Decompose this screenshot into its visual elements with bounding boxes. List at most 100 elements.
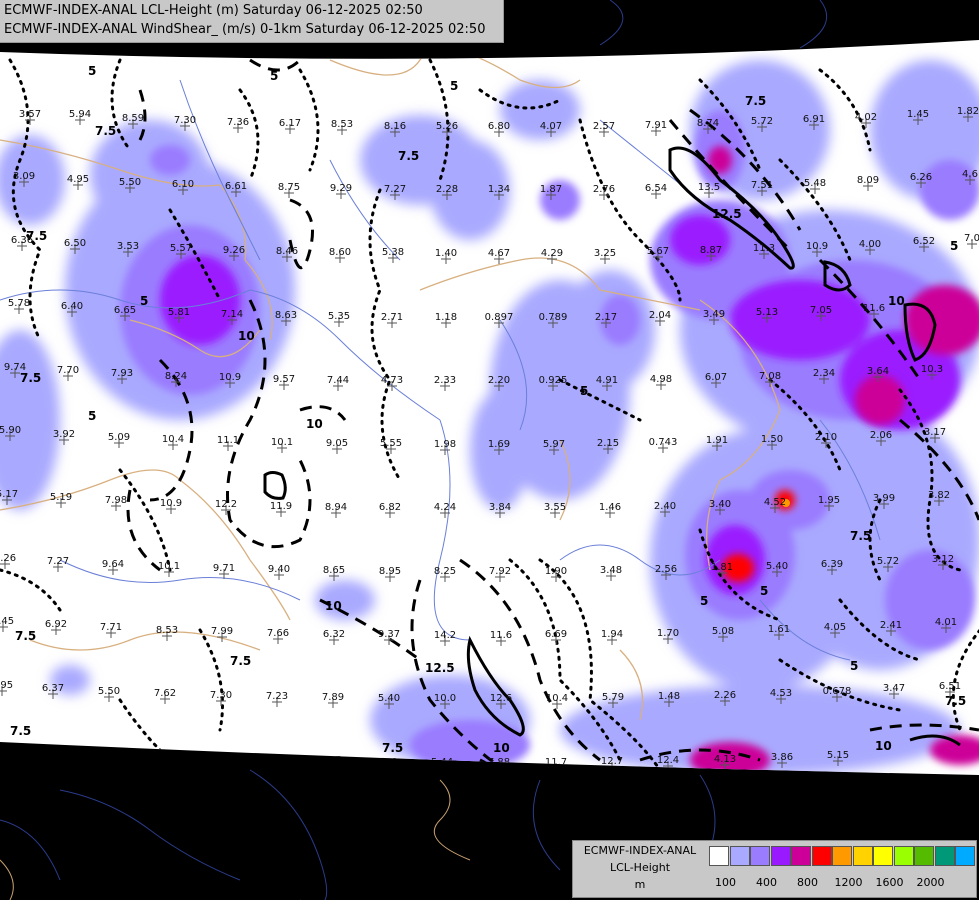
contour-label: 7.5 xyxy=(15,629,36,643)
wind-shear-value: 13.5 xyxy=(698,182,720,193)
wind-shear-value: 7.71 xyxy=(100,622,122,633)
title-line-1: ECMWF-INDEX-ANAL LCL-Height (m) Saturday… xyxy=(4,3,423,18)
wind-shear-value: 7.44 xyxy=(37,747,59,758)
contour-label: 7.5 xyxy=(945,694,966,708)
wind-shear-value: 8.65 xyxy=(323,565,345,576)
wind-shear-value: 10.3 xyxy=(921,364,943,375)
wind-shear-value: 5.13 xyxy=(756,307,778,318)
contour-label: 5 xyxy=(760,584,768,598)
wind-shear-value: 4.00 xyxy=(859,239,881,250)
contour-label: 10 xyxy=(493,741,510,755)
wind-shear-value: 5.67 xyxy=(647,246,669,257)
wind-shear-value: 4.52 xyxy=(764,497,786,508)
wind-shear-value: 1.94 xyxy=(601,629,623,640)
contour-label: 12.5 xyxy=(425,661,455,675)
wind-shear-value: 6.39 xyxy=(821,559,843,570)
wind-shear-value: 2.71 xyxy=(381,312,403,323)
wind-shear-value: 11.6 xyxy=(863,303,885,314)
grid-point-marker xyxy=(551,763,561,773)
wind-shear-value: 6.51 xyxy=(939,681,961,692)
legend-unit: m xyxy=(634,878,646,891)
wind-shear-value: 3.92 xyxy=(53,429,75,440)
wind-shear-value: 8.25 xyxy=(434,566,456,577)
wind-shear-value: 7.98 xyxy=(105,495,127,506)
wind-shear-value: 2.57 xyxy=(593,121,615,132)
wind-shear-value: 0.678 xyxy=(823,686,852,697)
wind-shear-value: 6.40 xyxy=(61,301,83,312)
wind-shear-value: 5.40 xyxy=(766,561,788,572)
wind-shear-value: 6.52 xyxy=(913,236,935,247)
wind-shear-value: 5.79 xyxy=(602,692,624,703)
wind-shear-value: 2.10 xyxy=(815,432,837,443)
wind-shear-value: 1.90 xyxy=(545,566,567,577)
wind-shear-value: 8.46 xyxy=(276,246,298,257)
legend-swatch xyxy=(934,846,955,866)
wind-shear-value: 6.37 xyxy=(42,683,64,694)
wind-shear-value: 3.12 xyxy=(932,554,954,565)
wind-shear-value: 8.75 xyxy=(278,182,300,193)
wind-shear-value: 2.76 xyxy=(593,184,615,195)
wind-shear-value: 9.37 xyxy=(378,629,400,640)
wind-shear-value: 5.72 xyxy=(751,116,773,127)
wind-shear-value: 1.82 xyxy=(957,106,979,117)
wind-shear-value: 6.69 xyxy=(545,629,567,640)
wind-shear-value: 6.50 xyxy=(64,238,86,249)
wind-shear-value: 4.29 xyxy=(541,248,563,259)
legend-swatch xyxy=(852,846,873,866)
wind-shear-value: 14.2 xyxy=(434,630,456,641)
wind-shear-value: 7.30 xyxy=(174,115,196,126)
legend-swatch xyxy=(914,846,934,866)
wind-shear-value: 4.05 xyxy=(824,622,846,633)
wind-shear-value: 9.27 xyxy=(319,755,341,766)
wind-shear-value: 3.82 xyxy=(928,490,950,501)
contour-label: 7.5 xyxy=(230,654,251,668)
wind-shear-value: 6.32 xyxy=(323,629,345,640)
wind-shear-value: 1.48 xyxy=(658,691,680,702)
wind-shear-value: 8.60 xyxy=(329,247,351,258)
wind-shear-value: 2.26 xyxy=(714,690,736,701)
wind-shear-value: 6.91 xyxy=(803,114,825,125)
wind-shear-value: 1.45 xyxy=(907,109,929,120)
wind-shear-value: 9.66 xyxy=(375,757,397,768)
wind-shear-value: 5.57 xyxy=(170,243,192,254)
grid-point-marker xyxy=(437,763,447,773)
wind-shear-value: 12.4 xyxy=(657,755,679,766)
wind-shear-value: 6.26 xyxy=(910,172,932,183)
wind-shear-value: 3.57 xyxy=(19,109,41,120)
wind-shear-value: 4.01 xyxy=(935,617,957,628)
wind-shear-value: 12.2 xyxy=(215,499,237,510)
wind-shear-value: 10.4 xyxy=(162,434,184,445)
legend-tick-label: 1600 xyxy=(875,876,904,889)
map-view: 5 5 5 5 5 5 5 5 5 5 7.5 7.5 7.5 7.5 7.5 … xyxy=(0,0,979,900)
wind-shear-value: 6.95 xyxy=(0,680,13,691)
wind-shear-value: 1.61 xyxy=(768,624,790,635)
wind-shear-value: 1.70 xyxy=(657,628,679,639)
legend-swatch xyxy=(750,846,770,866)
contour-label: 7.5 xyxy=(95,124,116,138)
wind-shear-value: 3.17 xyxy=(924,427,946,438)
contour-label: 10 xyxy=(325,599,342,613)
wind-shear-value: 9.40 xyxy=(268,564,290,575)
wind-shear-value: 1.95 xyxy=(818,495,840,506)
wind-shear-value: 10.4 xyxy=(546,693,568,704)
wind-shear-value: 7.70 xyxy=(57,365,79,376)
wind-shear-value: 5.19 xyxy=(50,492,72,503)
wind-shear-value: 5.78 xyxy=(8,298,30,309)
wind-shear-value: 10.9 xyxy=(219,372,241,383)
wind-shear-value: 11.7 xyxy=(545,757,567,768)
wind-shear-value: 8.53 xyxy=(331,119,353,130)
wind-shear-value: 11.6 xyxy=(490,630,512,641)
wind-shear-value: 8.94 xyxy=(325,502,347,513)
legend-tick-label: 100 xyxy=(715,876,736,889)
grid-point-marker xyxy=(43,753,53,763)
wind-shear-value: 7.23 xyxy=(266,691,288,702)
contour-label: 10 xyxy=(875,739,892,753)
wind-shear-value: 8.95 xyxy=(379,566,401,577)
wind-shear-value: 3.49 xyxy=(703,309,725,320)
wind-shear-value: 1.69 xyxy=(488,439,510,450)
wind-shear-value: 2.41 xyxy=(880,620,902,631)
wind-shear-value: 5.26 xyxy=(436,121,458,132)
wind-shear-value: 4.02 xyxy=(855,112,877,123)
legend-swatch xyxy=(955,846,975,866)
wind-shear-value: 7.30 xyxy=(210,690,232,701)
